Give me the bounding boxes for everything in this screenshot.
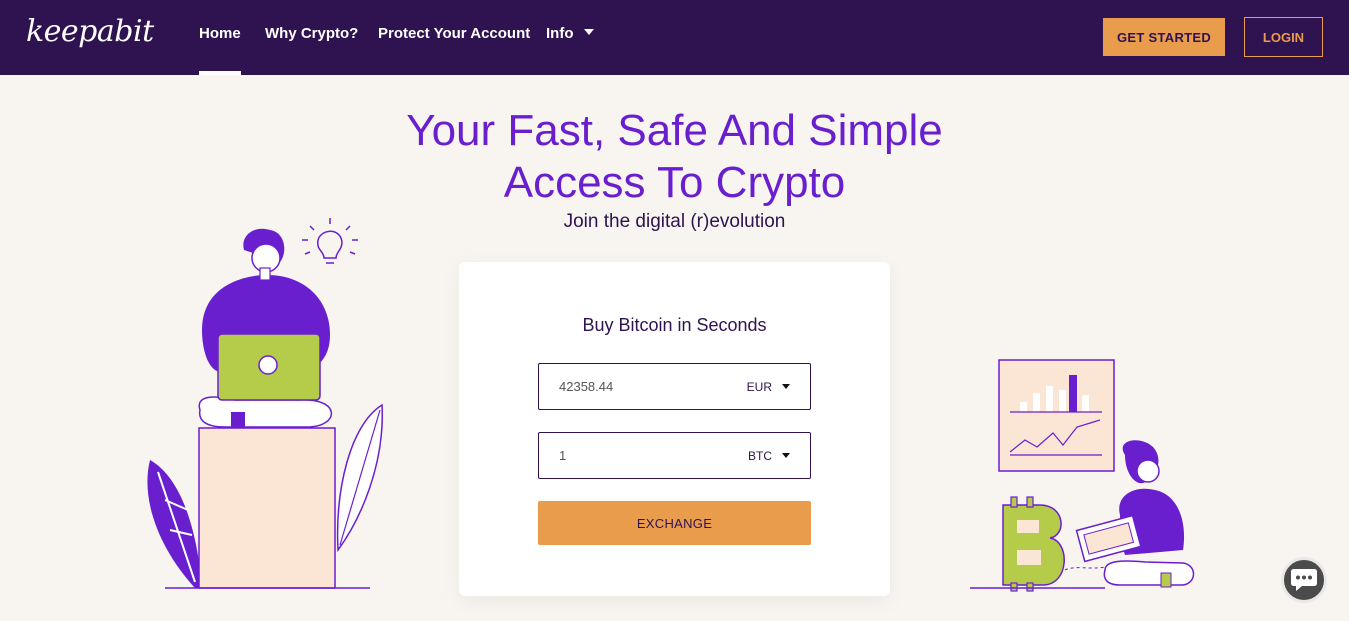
from-currency-select[interactable]: EUR — [747, 380, 790, 394]
top-navbar: keepabit Home Why Crypto? Protect Your A… — [0, 0, 1349, 75]
bitcoin-chart-illustration — [970, 359, 1195, 592]
from-amount-field[interactable]: 42358.44 EUR — [538, 363, 811, 410]
chat-widget-button[interactable] — [1281, 557, 1327, 603]
exchange-card-title: Buy Bitcoin in Seconds — [582, 315, 767, 335]
chevron-down-icon — [782, 384, 790, 389]
nav-link-label: Info — [546, 25, 574, 42]
chevron-down-icon — [583, 29, 594, 36]
to-currency-select[interactable]: BTC — [748, 449, 790, 463]
nav-link-info[interactable]: Info — [546, 25, 594, 42]
nav-link-why-crypto[interactable]: Why Crypto? — [265, 25, 358, 42]
person-with-laptop-illustration — [147, 218, 383, 589]
to-amount-field[interactable]: 1 BTC — [538, 432, 811, 479]
hero-title: Your Fast, Safe And Simple Access To Cry… — [0, 105, 1349, 209]
chat-bubble-icon — [1291, 569, 1317, 591]
nav-link-home[interactable]: Home — [199, 25, 241, 75]
hero-title-line-2: Access To Crypto — [503, 158, 846, 207]
nav-link-protect-account[interactable]: Protect Your Account — [378, 25, 530, 42]
hero-title-line-1: Your Fast, Safe And Simple — [406, 106, 943, 155]
to-currency-label: BTC — [748, 448, 772, 463]
to-amount-value[interactable]: 1 — [559, 448, 748, 463]
bitcoin-icon — [1002, 496, 1065, 592]
exchange-card: Buy Bitcoin in Seconds 42358.44 EUR 1 BT… — [459, 262, 890, 596]
from-amount-value[interactable]: 42358.44 — [559, 379, 747, 394]
nav-link-label: Why Crypto? — [265, 25, 359, 42]
lightbulb-icon — [302, 218, 358, 264]
get-started-button[interactable]: GET STARTED — [1103, 18, 1225, 56]
login-button[interactable]: LOGIN — [1244, 17, 1323, 57]
chevron-down-icon — [782, 453, 790, 458]
from-currency-label: EUR — [746, 379, 772, 394]
brand-logo[interactable]: keepabit — [26, 14, 154, 49]
nav-link-label: Home — [199, 25, 241, 42]
exchange-button[interactable]: EXCHANGE — [538, 501, 811, 545]
nav-link-label: Protect Your Account — [378, 25, 531, 42]
